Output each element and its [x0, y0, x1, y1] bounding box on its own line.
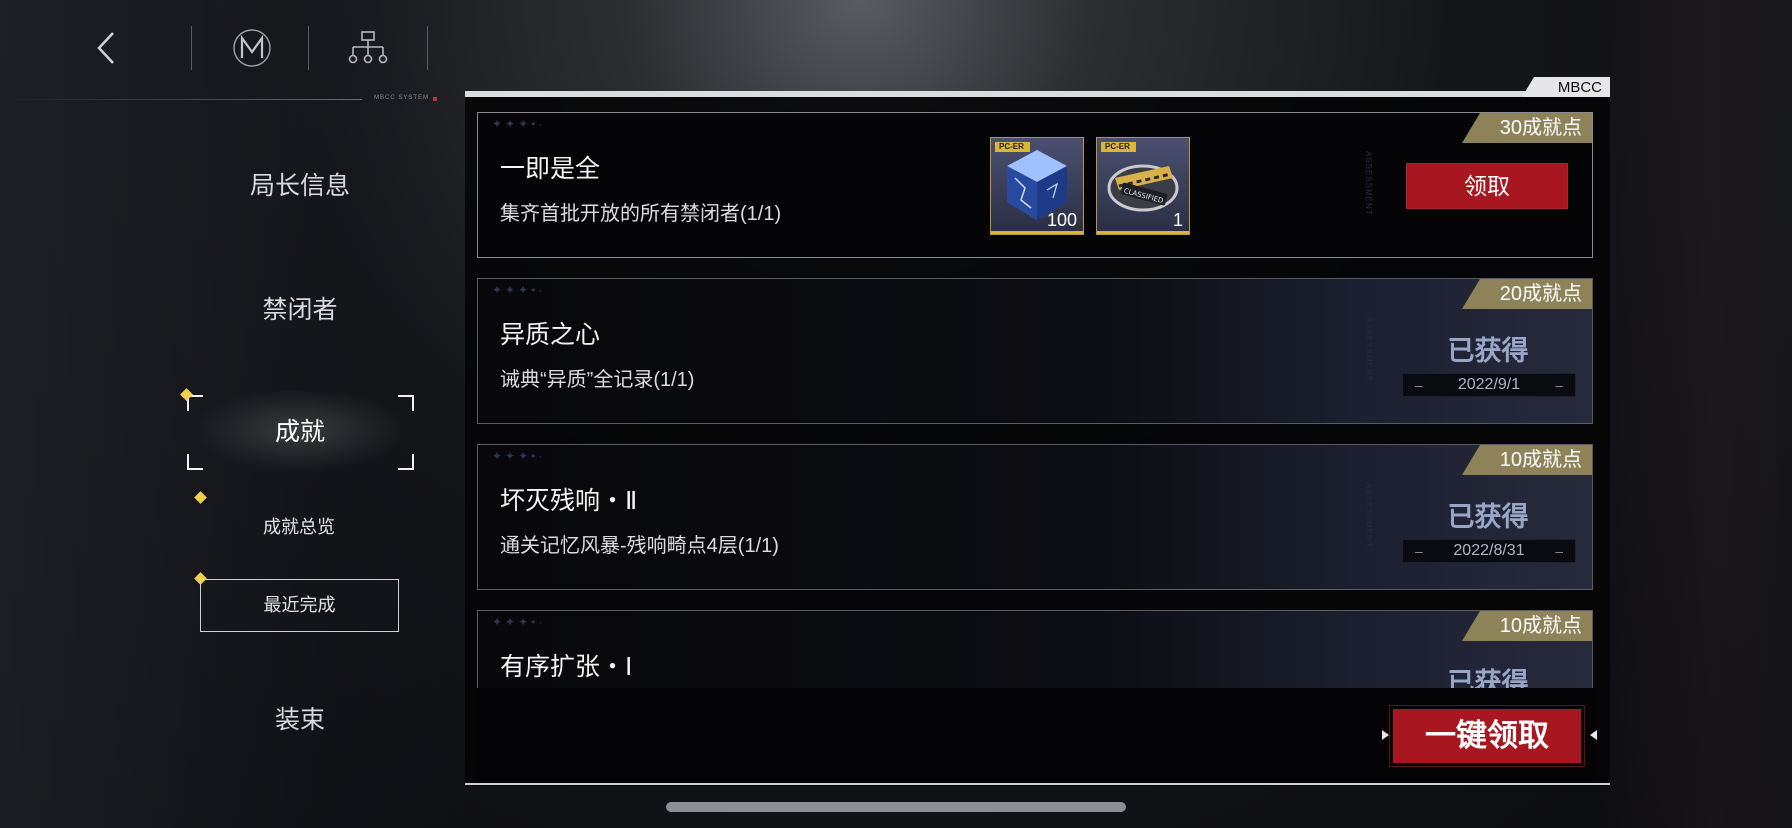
achievement-desc: 诫典“异质”全记录(1/1): [500, 369, 695, 391]
assessment-watermark: ASSESSMENT: [1364, 483, 1373, 548]
reward-rarity-band: [1097, 231, 1189, 234]
achievement-card: ✦✦✦•· 一即是全 集齐首批开放的所有禁闭者(1/1) PC-ER 100 C…: [477, 112, 1593, 258]
topbar-separator: [308, 26, 309, 70]
obtained-date-text: 2022/9/1: [1457, 376, 1521, 393]
achievement-points-badge: 20成就点: [1462, 279, 1592, 309]
decor-stars: ✦✦✦•·: [492, 449, 546, 463]
reward-quantity: 100: [1046, 210, 1077, 230]
topbar-separator: [427, 26, 428, 70]
reward-tag: PC-ER: [1101, 142, 1136, 152]
claim-all-button[interactable]: 一键领取: [1389, 705, 1585, 767]
mbcc-logo-button[interactable]: [222, 22, 282, 74]
achievement-card: ✦✦✦•· 坏灭残响・Ⅱ 通关记忆风暴-残响畸点4层(1/1) ASSESSME…: [477, 444, 1593, 590]
achievement-points-badge: 30成就点: [1462, 113, 1592, 143]
decor-stars: ✦✦✦•·: [492, 117, 546, 131]
home-indicator[interactable]: [666, 802, 1126, 812]
selection-bracket: [398, 454, 414, 470]
reward-rarity-band: [991, 231, 1083, 234]
achievement-title: 一即是全: [500, 155, 601, 183]
chevron-left-icon: [97, 32, 114, 64]
system-status-dot: [433, 97, 437, 101]
achievement-title: 坏灭残响・Ⅱ: [500, 487, 638, 515]
background-right-shade: [1592, 0, 1792, 828]
brand-tab: MBCC: [1522, 77, 1610, 97]
reward-item[interactable]: CLASSIFIED PC-ER 1: [1096, 137, 1190, 235]
system-label: MBCC SYSTEM: [374, 95, 430, 101]
decor-stars: ✦✦✦•·: [492, 283, 546, 297]
hierarchy-tree-icon: [348, 31, 388, 64]
obtained-date: – 2022/9/1 –: [1402, 373, 1576, 397]
brand-tab-label: MBCC: [1557, 79, 1602, 96]
achievement-title: 异质之心: [500, 321, 601, 349]
achievement-points-badge: 10成就点: [1462, 611, 1592, 641]
sidebar-item-director-info[interactable]: 局长信息: [180, 166, 420, 202]
system-divider: [0, 99, 362, 100]
sidebar-item-prisoners[interactable]: 禁闭者: [180, 290, 420, 326]
reward-tag: PC-ER: [995, 142, 1030, 152]
panel-bottom-border: [465, 783, 1610, 785]
sidebar-item-achievements[interactable]: 成就: [180, 412, 420, 448]
achievement-card: ✦✦✦•· 有序扩张・Ⅰ 10成就点 已获得: [477, 610, 1593, 688]
achievement-list[interactable]: ✦✦✦•· 一即是全 集齐首批开放的所有禁闭者(1/1) PC-ER 100 C…: [476, 110, 1596, 688]
achievement-desc: 集齐首批开放的所有禁闭者(1/1): [500, 203, 782, 225]
obtained-date: – 2022/8/31 –: [1402, 539, 1576, 563]
achievement-desc: 通关记忆风暴-残响畸点4层(1/1): [500, 535, 779, 557]
claim-all-left-arrow-icon: [1382, 730, 1389, 740]
obtained-label: 已获得: [1447, 668, 1529, 688]
subitem-achievement-overview[interactable]: 成就总览: [200, 513, 398, 539]
hierarchy-button[interactable]: [338, 22, 398, 74]
decor-stars: ✦✦✦•·: [492, 615, 546, 629]
assessment-watermark: ASSESSMENT: [1364, 317, 1373, 382]
selection-bracket: [187, 454, 203, 470]
reward-quantity: 1: [1172, 210, 1183, 230]
reward-item[interactable]: PC-ER 100: [990, 137, 1084, 235]
obtained-label: 已获得: [1447, 502, 1529, 533]
achievement-title: 有序扩张・Ⅰ: [500, 653, 633, 681]
subitem-recently-completed[interactable]: 最近完成: [200, 579, 399, 632]
assessment-watermark: ASSESSMENT: [1364, 151, 1373, 216]
panel-top-border: [465, 91, 1610, 97]
top-bar: [0, 0, 440, 96]
claim-all-right-arrow-icon: [1590, 730, 1597, 740]
obtained-date-text: 2022/8/31: [1453, 542, 1525, 559]
achievement-points-badge: 10成就点: [1462, 445, 1592, 475]
topbar-separator: [191, 26, 192, 70]
obtained-label: 已获得: [1447, 336, 1529, 367]
selection-bracket: [398, 395, 414, 411]
claim-button[interactable]: 领取: [1406, 163, 1568, 209]
back-button[interactable]: [76, 22, 136, 74]
mbcc-m-logo-icon: [233, 29, 271, 67]
sidebar-item-outfits[interactable]: 装束: [180, 700, 420, 736]
achievement-card: ✦✦✦•· 异质之心 诫典“异质”全记录(1/1) ASSESSMENT 20成…: [477, 278, 1593, 424]
